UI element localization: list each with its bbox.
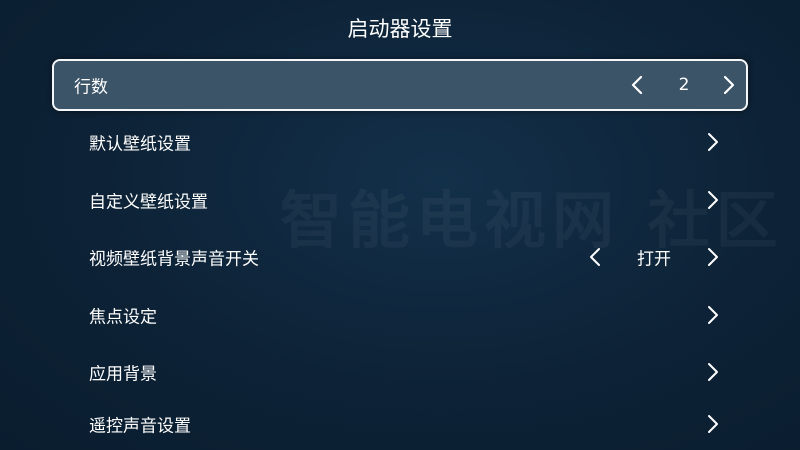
setting-label: 应用背景	[89, 364, 157, 385]
chevron-right-icon[interactable]	[718, 75, 738, 95]
chevron-right-icon	[702, 414, 722, 434]
setting-row-remote-sound[interactable]: 遥控声音设置	[52, 398, 748, 450]
setting-label: 默认壁纸设置	[89, 134, 191, 155]
chevron-right-icon	[702, 362, 722, 382]
chevron-right-icon	[702, 305, 722, 325]
setting-label: 自定义壁纸设置	[89, 192, 208, 213]
chevron-right-icon[interactable]	[702, 247, 722, 267]
setting-value: 打开	[637, 249, 671, 270]
setting-label: 视频壁纸背景声音开关	[89, 249, 259, 270]
setting-row-default-wallpaper[interactable]: 默认壁纸设置	[52, 116, 748, 168]
chevron-right-icon	[702, 190, 722, 210]
chevron-left-icon[interactable]	[628, 75, 648, 95]
setting-label: 行数	[74, 77, 108, 98]
setting-label: 焦点设定	[89, 307, 157, 328]
chevron-left-icon[interactable]	[586, 247, 606, 267]
setting-row-app-background[interactable]: 应用背景	[52, 346, 748, 398]
launcher-settings-screen: 智能电视网 社区 启动器设置 行数 2 默认壁纸设置 自定义壁纸设置	[0, 0, 800, 450]
setting-value: 2	[678, 75, 690, 95]
setting-row-custom-wallpaper[interactable]: 自定义壁纸设置	[52, 174, 748, 226]
setting-row-focus[interactable]: 焦点设定	[52, 289, 748, 341]
setting-label: 遥控声音设置	[89, 416, 191, 437]
settings-list: 行数 2 默认壁纸设置 自定义壁纸设置 视频壁纸背景声音开关 打开 焦点设定 应…	[0, 0, 800, 450]
setting-row-rows[interactable]: 行数 2	[52, 59, 748, 111]
chevron-right-icon	[702, 132, 722, 152]
setting-row-video-wallpaper-sound[interactable]: 视频壁纸背景声音开关 打开	[52, 231, 748, 283]
